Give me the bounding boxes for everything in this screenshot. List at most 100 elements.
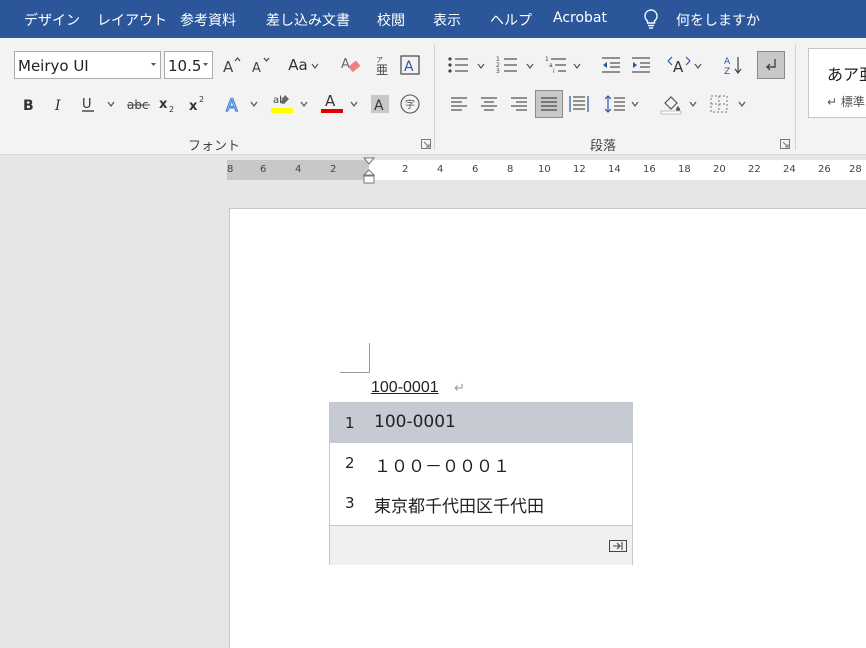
svg-text:x: x (189, 99, 198, 114)
numbering-icon[interactable]: 123 (495, 53, 519, 77)
subscript-icon[interactable]: x2 (156, 92, 180, 116)
candidate-text: 東京都千代田区千代田 (374, 497, 544, 517)
menu-mailings[interactable]: 差し込み文書 (266, 10, 350, 30)
enclose-characters-icon[interactable]: 字 (398, 92, 422, 116)
menu-help[interactable]: ヘルプ (490, 10, 532, 30)
lightbulb-icon[interactable] (641, 8, 661, 30)
svg-text:A: A (341, 57, 350, 72)
menu-references[interactable]: 参考資料 (180, 10, 236, 30)
line-spacing-icon[interactable] (603, 92, 627, 116)
shrink-font-icon[interactable]: A (248, 53, 272, 77)
font-color-icon[interactable]: A (320, 91, 344, 115)
svg-text:A: A (226, 96, 238, 115)
increase-indent-icon[interactable] (629, 53, 653, 77)
clear-formatting-icon[interactable]: A (339, 53, 363, 77)
change-case-label: Aa (288, 56, 308, 74)
paragraph-group-label: 段落 (590, 139, 617, 154)
menu-acrobat[interactable]: Acrobat (553, 10, 607, 26)
ruler-tick: 12 (573, 164, 586, 175)
paragraph-mark: ↵ (454, 381, 465, 396)
change-case-button[interactable]: Aa (285, 53, 311, 77)
svg-text:A: A (325, 92, 336, 110)
multilevel-list-icon[interactable]: 1ai (544, 53, 568, 77)
candidate-number: 1 (345, 414, 355, 432)
indent-marker-icon[interactable] (363, 157, 375, 185)
chevron-down-icon[interactable] (300, 100, 308, 108)
ruler-tick: 28 (849, 164, 862, 175)
dialog-launcher-icon[interactable] (421, 139, 431, 149)
svg-text:A: A (673, 58, 684, 75)
ime-candidate[interactable]: 2 １００－０００１ (330, 443, 632, 483)
chevron-down-icon[interactable] (631, 100, 639, 108)
ruler-tick: 8 (507, 164, 514, 175)
bullets-icon[interactable] (446, 53, 470, 77)
ime-candidate[interactable]: 3 東京都千代田区千代田 (330, 483, 632, 523)
grow-font-icon[interactable]: A (219, 53, 243, 77)
chevron-down-icon[interactable] (689, 100, 697, 108)
tell-me-search[interactable]: 何をしますか (676, 10, 760, 30)
bold-icon[interactable]: B (16, 92, 40, 116)
chevron-down-icon (151, 63, 156, 66)
svg-text:字: 字 (405, 98, 415, 111)
horizontal-ruler[interactable]: 8 6 4 2 2 4 6 8 10 12 14 16 18 20 22 24 … (227, 157, 866, 184)
font-size-value: 10.5 (168, 57, 202, 75)
menu-review[interactable]: 校閲 (377, 10, 405, 30)
style-name: ↵ 標準 (827, 95, 865, 109)
menu-layout[interactable]: レイアウト (97, 10, 167, 30)
chevron-down-icon[interactable] (311, 62, 319, 70)
menu-design[interactable]: デザイン (24, 10, 80, 30)
phonetic-guide-icon[interactable]: ア亜 (370, 53, 394, 77)
borders-icon[interactable] (707, 92, 731, 116)
chevron-down-icon[interactable] (250, 100, 258, 108)
shading-icon[interactable] (659, 92, 683, 116)
svg-text:i: i (553, 68, 555, 75)
distributed-icon[interactable] (567, 92, 591, 116)
character-shading-icon[interactable]: A (368, 92, 392, 116)
expand-candidates-icon[interactable] (609, 540, 627, 552)
chevron-down-icon[interactable] (350, 100, 358, 108)
chevron-down-icon[interactable] (573, 62, 581, 70)
align-left-icon[interactable] (447, 92, 471, 116)
ruler-tick: 10 (538, 164, 551, 175)
chevron-down-icon[interactable] (738, 100, 746, 108)
highlight-color-icon[interactable]: ab (270, 91, 294, 115)
decrease-indent-icon[interactable] (599, 53, 623, 77)
underline-icon[interactable]: U (76, 92, 100, 116)
chevron-down-icon[interactable] (526, 62, 534, 70)
superscript-icon[interactable]: x2 (186, 92, 210, 116)
svg-text:A: A (223, 58, 234, 75)
character-border-icon[interactable]: A (398, 53, 422, 77)
ruler-tick: 16 (643, 164, 656, 175)
chevron-down-icon[interactable] (694, 62, 702, 70)
svg-text:x: x (159, 97, 168, 112)
ime-candidate-window: 1 100-0001 2 １００－０００１ 3 東京都千代田区千代田 (329, 402, 633, 565)
menu-view[interactable]: 表示 (433, 10, 461, 30)
style-normal[interactable]: あア亜 ↵ 標準 (808, 48, 866, 118)
justify-icon[interactable] (535, 90, 563, 118)
svg-text:2: 2 (199, 95, 204, 104)
candidate-text: 100-0001 (374, 412, 456, 432)
ruler-tick: 6 (260, 164, 267, 175)
ruler-tick: 18 (678, 164, 691, 175)
ruler-tick: 22 (748, 164, 761, 175)
svg-text:A: A (252, 61, 261, 75)
align-right-icon[interactable] (507, 92, 531, 116)
show-formatting-marks-icon[interactable] (757, 51, 785, 79)
font-name-combo[interactable]: Meiryo UI (14, 51, 161, 79)
sort-icon[interactable]: AZ (722, 53, 746, 77)
ime-candidate[interactable]: 1 100-0001 (330, 403, 632, 443)
text-effects-icon[interactable]: A (222, 92, 246, 116)
font-size-combo[interactable]: 10.5 (164, 51, 213, 79)
align-center-icon[interactable] (477, 92, 501, 116)
ruler-tick: 14 (608, 164, 621, 175)
dialog-launcher-icon[interactable] (780, 139, 790, 149)
italic-icon[interactable]: I (47, 92, 71, 116)
text-direction-icon[interactable]: A (667, 53, 691, 77)
font-group-label: フォント (188, 139, 241, 154)
chevron-down-icon[interactable] (107, 100, 115, 108)
strikethrough-icon[interactable]: abc (125, 92, 153, 116)
font-name-value: Meiryo UI (18, 57, 89, 75)
ime-footer (330, 525, 632, 565)
chevron-down-icon[interactable] (477, 62, 485, 70)
typed-text[interactable]: 100-0001 (371, 379, 439, 397)
